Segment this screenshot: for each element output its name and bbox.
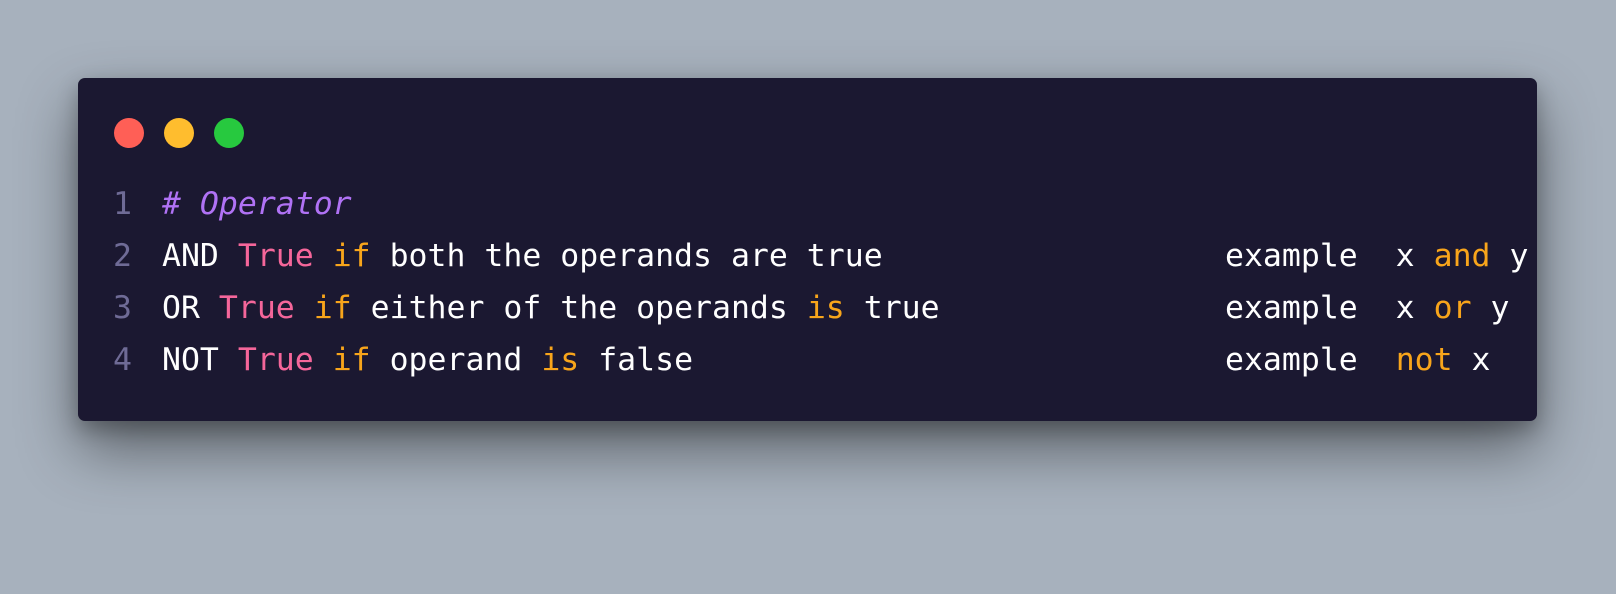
- code-token: example x: [1225, 238, 1434, 274]
- code-token: either of the operands: [351, 290, 807, 326]
- maximize-dot[interactable]: [214, 118, 244, 148]
- line-number: 3: [113, 290, 132, 326]
- window-controls: [114, 118, 244, 148]
- keyword-token: not: [1395, 342, 1453, 378]
- keyword-token: is: [806, 290, 845, 326]
- code-token: AND: [162, 238, 238, 274]
- close-dot[interactable]: [114, 118, 144, 148]
- code-token: example: [1225, 342, 1396, 378]
- code-token: both the operands are true: [370, 238, 883, 274]
- line-content: OR True if either of the operands is tru…: [162, 282, 940, 334]
- keyword-token: and: [1433, 238, 1491, 274]
- code-window: 1 # Operator 2 AND True if both the oper…: [78, 78, 1537, 421]
- line-number: 1: [113, 186, 132, 222]
- code-token: operand: [370, 342, 542, 378]
- line-example: example x and y: [1225, 230, 1528, 282]
- code-line: 4 NOT True if operand is false example n…: [113, 334, 1517, 386]
- keyword-token: if: [313, 290, 352, 326]
- code-token: false: [579, 342, 694, 378]
- code-token: NOT: [162, 342, 238, 378]
- line-example: example x or y: [1225, 282, 1510, 334]
- code-token: OR: [162, 290, 219, 326]
- constant-token: True: [237, 342, 314, 378]
- code-token: y: [1471, 290, 1510, 326]
- constant-token: True: [237, 238, 314, 274]
- code-token: true: [844, 290, 940, 326]
- line-content: NOT True if operand is false: [162, 334, 693, 386]
- code-token: x: [1452, 342, 1491, 378]
- line-content: AND True if both the operands are true: [162, 230, 883, 282]
- keyword-token: if: [332, 238, 371, 274]
- code-token: y: [1490, 238, 1529, 274]
- code-line: 1 # Operator: [113, 178, 1517, 230]
- comment-token: # Operator: [162, 186, 352, 222]
- line-number: 4: [113, 342, 132, 378]
- line-content: # Operator: [162, 178, 352, 230]
- keyword-token: is: [541, 342, 580, 378]
- code-block: 1 # Operator 2 AND True if both the oper…: [113, 178, 1528, 386]
- code-token: example x: [1225, 290, 1434, 326]
- keyword-token: if: [332, 342, 371, 378]
- line-number: 2: [113, 238, 132, 274]
- keyword-token: or: [1433, 290, 1472, 326]
- line-example: example not x: [1225, 334, 1491, 386]
- code-line: 3 OR True if either of the operands is t…: [113, 282, 1517, 334]
- constant-token: True: [218, 290, 295, 326]
- minimize-dot[interactable]: [164, 118, 194, 148]
- code-line: 2 AND True if both the operands are true…: [113, 230, 1528, 282]
